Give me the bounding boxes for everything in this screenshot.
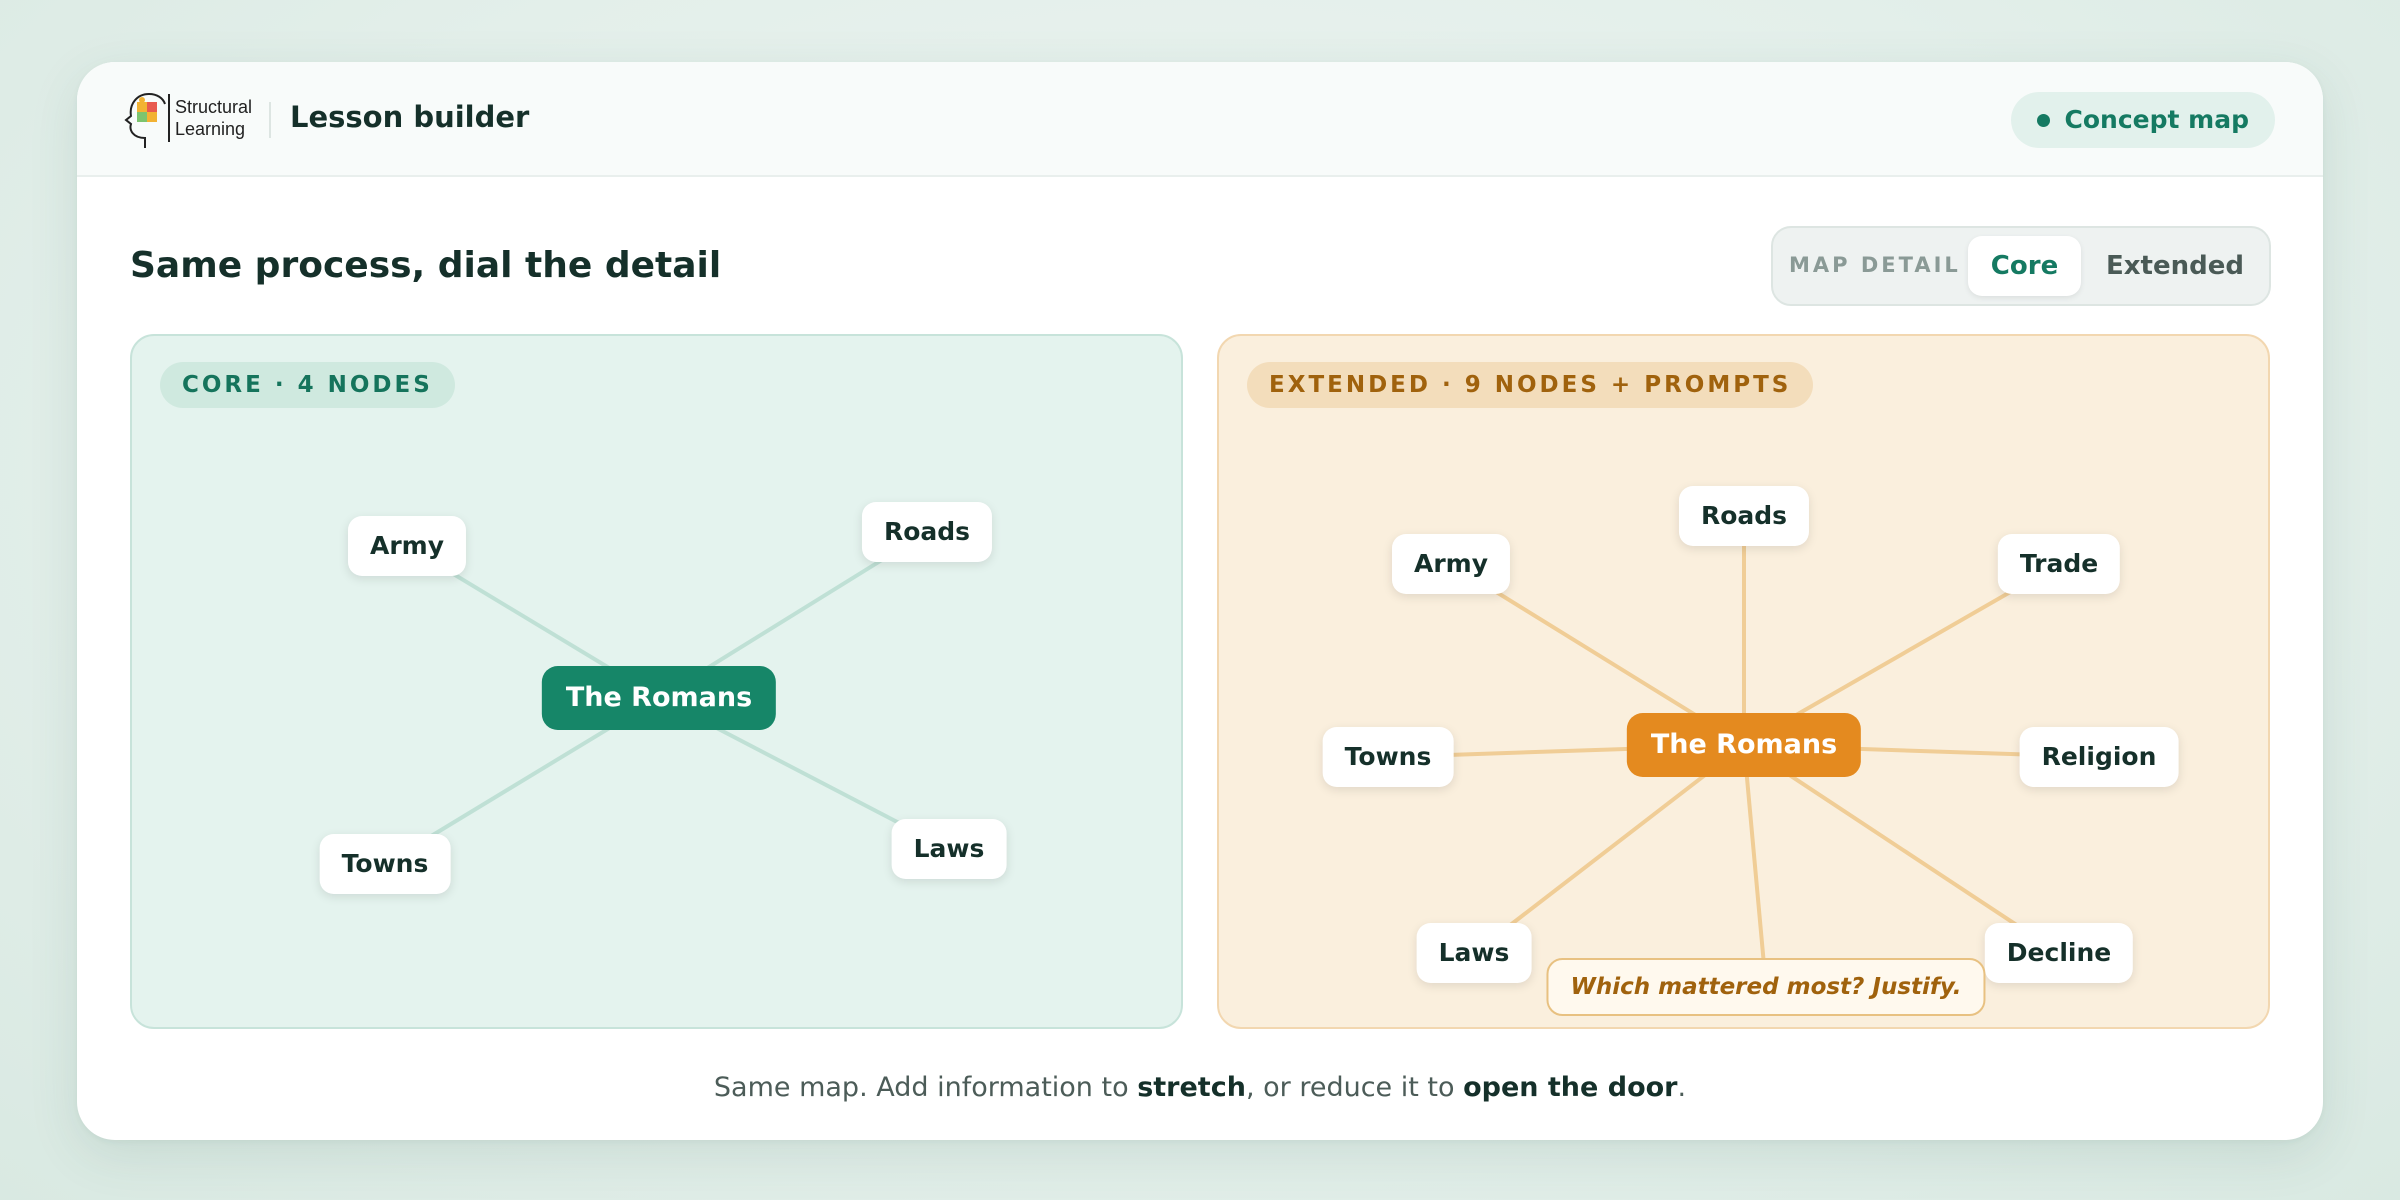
node-army[interactable]: Army [1391, 534, 1511, 594]
footer-caption: Same map. Add information to stretch, or… [77, 1072, 2323, 1103]
page-heading: Same process, dial the detail [130, 245, 722, 286]
discussion-prompt: Which mattered most? Justify. [1546, 958, 1986, 1016]
node-roads[interactable]: Roads [861, 502, 993, 562]
concept-map-label: Concept map [2064, 105, 2249, 134]
brand-name: Structural Learning [175, 96, 252, 140]
node-army[interactable]: Army [347, 516, 467, 576]
status-dot-icon [2036, 114, 2050, 127]
brand-line-1: Structural [175, 97, 253, 117]
map-detail-toggle: MAP DETAIL Core Extended [1771, 226, 2271, 306]
extended-map-panel: EXTENDED · 9 NODES + PROMPTS Army Roads … [1217, 334, 2270, 1029]
structural-learning-logo: Structural Learning [123, 90, 253, 152]
header-divider [269, 102, 271, 138]
footer-emphasis-stretch: stretch [1137, 1072, 1246, 1103]
node-laws[interactable]: Laws [891, 819, 1007, 879]
brand-line-2: Learning [175, 119, 246, 139]
concept-map-badge[interactable]: Concept map [2010, 92, 2275, 148]
top-bar: Structural Learning Lesson builder Conce… [77, 62, 2323, 177]
toggle-option-core[interactable]: Core [1968, 236, 2081, 296]
node-decline[interactable]: Decline [1984, 923, 2134, 983]
node-roads[interactable]: Roads [1678, 486, 1810, 546]
map-detail-label: MAP DETAIL [1789, 253, 1961, 277]
app-title: Lesson builder [290, 100, 530, 134]
node-trade[interactable]: Trade [1997, 534, 2121, 594]
core-map-panel: CORE · 4 NODES Army Roads Towns Laws The… [130, 334, 1183, 1029]
edge-prompt [1742, 744, 1768, 988]
toggle-option-extended[interactable]: Extended [2091, 236, 2259, 296]
footer-text-3: . [1677, 1072, 1687, 1103]
footer-text-1: Same map. Add information to [713, 1072, 1138, 1103]
footer-text-2: , or reduce it to [1245, 1072, 1464, 1103]
node-laws[interactable]: Laws [1416, 923, 1532, 983]
center-node-the-romans[interactable]: The Romans [541, 666, 777, 730]
lesson-builder-card: Structural Learning Lesson builder Conce… [77, 62, 2323, 1140]
node-towns[interactable]: Towns [319, 834, 451, 894]
head-with-puzzle-icon [124, 92, 166, 148]
center-node-the-romans[interactable]: The Romans [1626, 713, 1862, 777]
footer-emphasis-open-the-door: open the door [1463, 1072, 1678, 1103]
node-religion[interactable]: Religion [2019, 727, 2179, 787]
node-towns[interactable]: Towns [1322, 727, 1454, 787]
